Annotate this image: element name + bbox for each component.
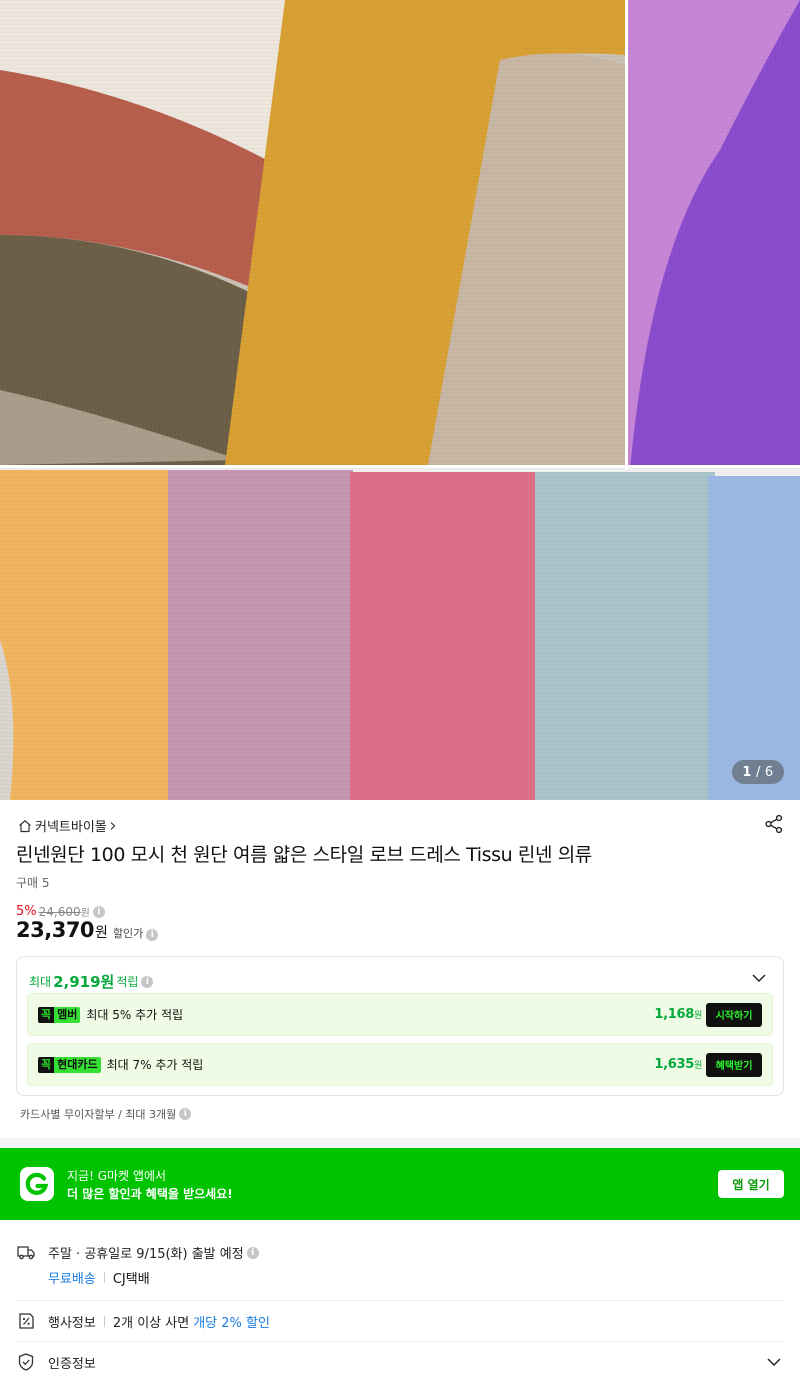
- start-button[interactable]: 시작하기: [706, 1002, 762, 1027]
- installment-text: 카드사별 무이자할부 / 최대 3개월: [20, 1108, 177, 1121]
- sale-price-unit: 원: [95, 925, 108, 941]
- app-promo-banner: 지금! G마켓 앱에서 더 많은 할인과 혜택을 받으세요! 앱 열기: [0, 1148, 800, 1220]
- event-info: 행사정보 2개 이상 사면 개당 2% 할인: [48, 1312, 270, 1331]
- event-label: 행사정보: [48, 1316, 96, 1331]
- get-benefit-button[interactable]: 혜택받기: [706, 1052, 762, 1077]
- discount-rate: 5%: [16, 904, 37, 919]
- image-counter: 1 / 6: [732, 760, 784, 784]
- image-counter-separator: /: [755, 764, 761, 780]
- chevron-right-icon: [110, 821, 116, 830]
- reward-row-member: 꼭 멤버 최대 5% 추가 적립 1,168원 시작하기: [27, 993, 773, 1036]
- original-price-unit: 원: [80, 908, 90, 919]
- truck-icon: [17, 1246, 35, 1260]
- event-text: 2개 이상 사면: [112, 1316, 190, 1331]
- product-image-gallery[interactable]: 1 / 6: [0, 0, 800, 800]
- open-app-button[interactable]: 앱 열기: [718, 1170, 784, 1198]
- product-title: 린넨원단 100 모시 천 원단 여름 얇은 스타일 로브 드레스 Tissu …: [16, 844, 592, 866]
- reward-amount: 1,635원: [654, 1057, 702, 1072]
- store-link[interactable]: 커넥트바이몰: [18, 816, 117, 835]
- shipping-schedule-text: 주말 · 공휴일로 9/15(화) 출발 예정: [48, 1247, 244, 1262]
- shipping-fee: 무료배송: [48, 1272, 96, 1287]
- info-icon[interactable]: i: [246, 1246, 259, 1259]
- percent-tag-icon: [19, 1313, 34, 1329]
- share-icon[interactable]: [764, 814, 784, 834]
- event-highlight: 개당 2% 할인: [193, 1316, 270, 1331]
- reward-box: 최대 2,919원 적립 i 꼭 멤버 최대 5% 추가 적립 1,168원 시…: [16, 956, 784, 1096]
- image-counter-total: 6: [764, 764, 774, 780]
- reward-header[interactable]: 최대 2,919원 적립 i: [29, 971, 154, 992]
- info-icon[interactable]: i: [141, 975, 154, 988]
- badge-label: 멤버: [54, 1006, 81, 1023]
- home-icon: [19, 819, 31, 832]
- store-name: 커넥트바이몰: [35, 820, 107, 835]
- chevron-down-icon[interactable]: [766, 1355, 782, 1369]
- divider: [16, 1341, 784, 1342]
- section-divider: [0, 1138, 800, 1148]
- info-icon[interactable]: i: [179, 1108, 192, 1120]
- reward-amount-value: 1,635: [654, 1057, 695, 1072]
- discount-row: 5% 24,600 원 i: [16, 904, 105, 919]
- reward-text: 최대 7% 추가 적립: [106, 1058, 204, 1072]
- installment-info: 카드사별 무이자할부 / 최대 3개월 i: [20, 1106, 192, 1122]
- reward-header-prefix: 최대: [29, 975, 52, 989]
- price-tag: 할인가: [112, 927, 144, 940]
- reward-header-suffix: 적립: [116, 975, 139, 989]
- purchase-count: 구매 5: [16, 876, 50, 890]
- badge-label: 현대카드: [54, 1056, 101, 1073]
- certification-label[interactable]: 인증정보: [48, 1353, 96, 1372]
- separator: [103, 1316, 105, 1327]
- chevron-down-icon[interactable]: [751, 971, 767, 985]
- badge-mark: 꼭: [38, 1056, 55, 1073]
- reward-header-amount: 2,919원: [53, 973, 115, 991]
- member-badge: 꼭 멤버: [38, 1006, 81, 1023]
- info-icon[interactable]: i: [146, 929, 159, 941]
- sale-price: 23,370: [16, 918, 95, 942]
- badge-mark: 꼭: [38, 1006, 55, 1023]
- reward-amount-unit: 원: [694, 1061, 702, 1071]
- shipping-carrier: CJ택배: [112, 1272, 150, 1287]
- banner-line-1: 지금! G마켓 앱에서: [67, 1169, 167, 1183]
- price-row: 23,370 원 할인가 i: [16, 918, 159, 942]
- shipping-schedule: 주말 · 공휴일로 9/15(화) 출발 예정 i: [48, 1243, 259, 1262]
- original-price: 24,600: [38, 904, 81, 919]
- banner-line-2: 더 많은 할인과 혜택을 받으세요!: [67, 1187, 233, 1201]
- shipping-detail: 무료배송 CJ택배: [48, 1268, 150, 1287]
- product-image: [0, 0, 800, 800]
- image-counter-current: 1: [742, 764, 752, 780]
- reward-amount-unit: 원: [694, 1011, 702, 1021]
- separator: [103, 1272, 105, 1283]
- reward-row-hyundai-card: 꼭 현대카드 최대 7% 추가 적립 1,635원 혜택받기: [27, 1043, 773, 1086]
- reward-amount: 1,168원: [654, 1007, 702, 1022]
- divider: [16, 1300, 784, 1301]
- gmarket-g-logo: [20, 1167, 54, 1201]
- reward-text: 최대 5% 추가 적립: [86, 1008, 184, 1022]
- info-icon[interactable]: i: [92, 905, 105, 918]
- hyundai-card-badge: 꼭 현대카드: [38, 1056, 101, 1073]
- reward-amount-value: 1,168: [654, 1007, 695, 1022]
- shield-check-icon: [18, 1353, 34, 1371]
